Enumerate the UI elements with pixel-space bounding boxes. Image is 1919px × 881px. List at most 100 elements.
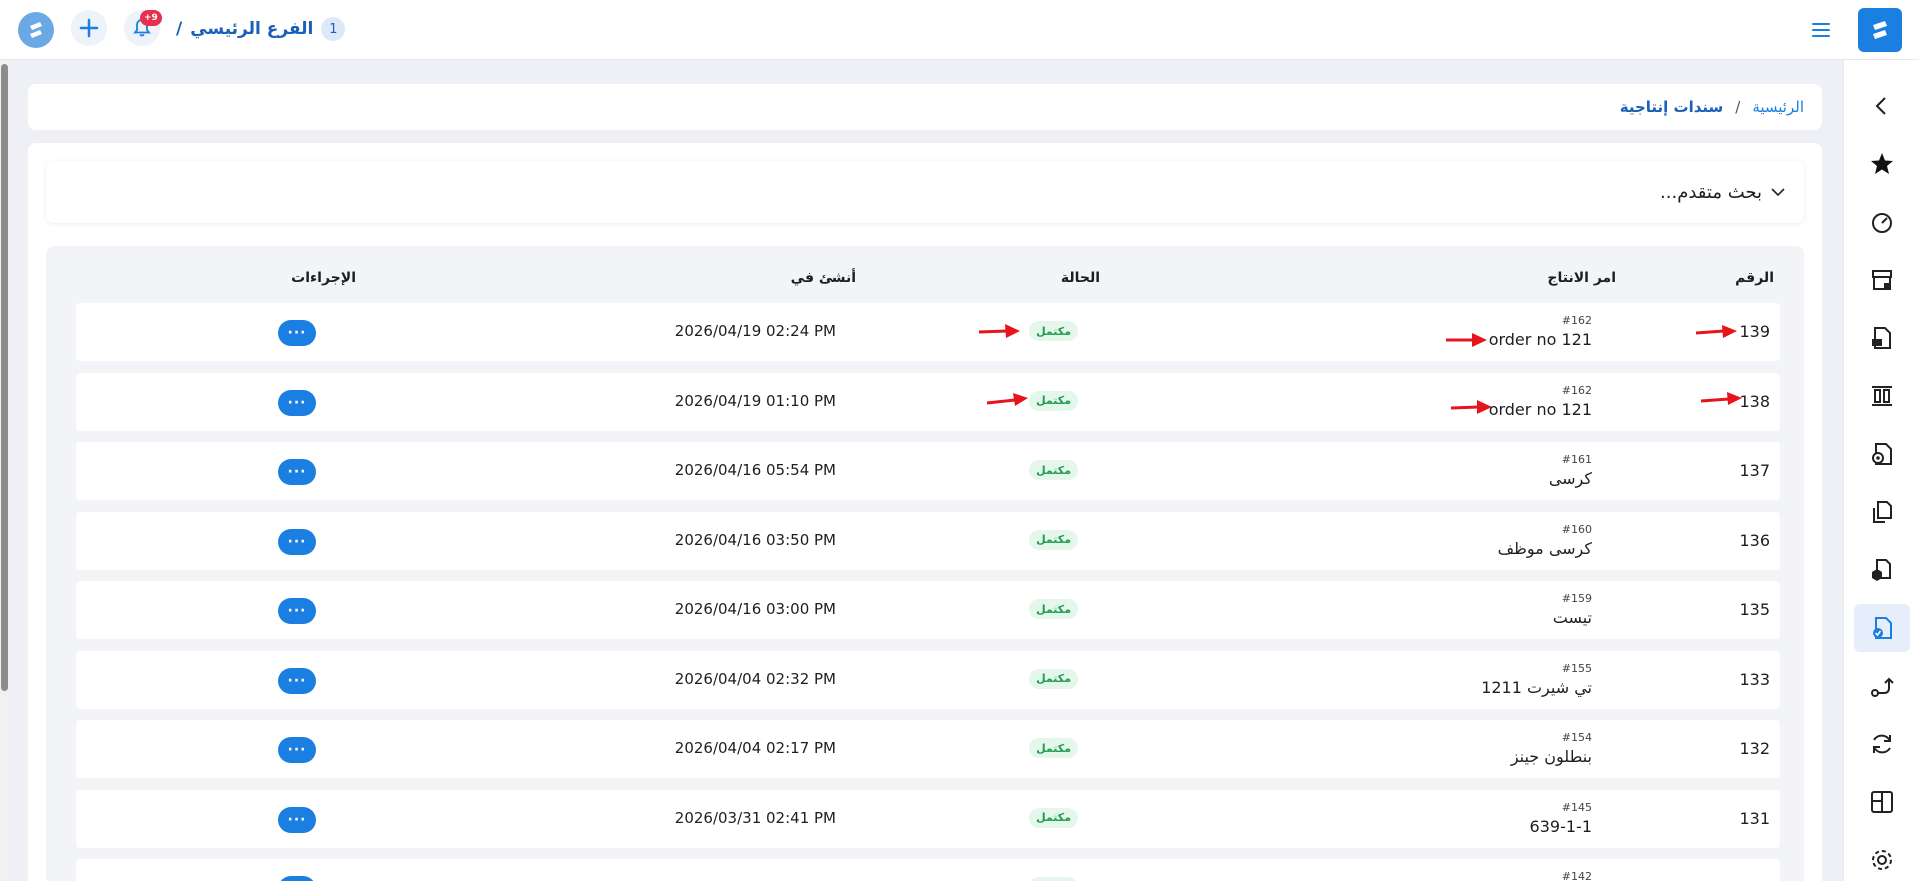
- row-actions-button[interactable]: ···: [278, 320, 316, 346]
- row-number: 133: [1739, 669, 1770, 689]
- chevron-down-icon: [1771, 188, 1785, 197]
- sidebar-item-view-documents[interactable]: [1854, 430, 1910, 478]
- avatar-logo-icon: [30, 22, 42, 38]
- sidebar-item-columns[interactable]: [1854, 372, 1910, 420]
- row-order-name[interactable]: كرسى: [1549, 469, 1592, 488]
- vouchers-table: الرقم امر الانتاج الحالة أنشئ في الإجراء…: [46, 246, 1804, 881]
- sidebar-item-production-vouchers[interactable]: [1854, 604, 1910, 652]
- table-row[interactable]: 133 #155 تي شيرت 1211 مكتمل 2026/04/04 02:32…: [76, 650, 1780, 709]
- row-actions-button[interactable]: ···: [278, 667, 316, 694]
- document-eye-icon: [1872, 443, 1892, 465]
- row-order-code: #154: [1561, 731, 1592, 744]
- scrollbar-thumb[interactable]: [1, 64, 8, 691]
- row-created-at: 2026/04/04 02:32 PM: [674, 669, 836, 688]
- branch-number-badge: 1: [321, 17, 346, 41]
- row-order-name[interactable]: 639-1-1: [1530, 817, 1592, 836]
- sidebar-item-settings[interactable]: [1854, 836, 1910, 881]
- table-row[interactable]: 131 #145 639-1-1 مكتمل 2026/03/31 02:41 PM ··…: [76, 789, 1780, 848]
- annotation-arrow-icon: [1450, 400, 1492, 414]
- menu-toggle-icon[interactable]: [1812, 18, 1836, 42]
- row-order-name[interactable]: order no 121: [1489, 400, 1592, 419]
- sidebar-item-favorites[interactable]: [1854, 140, 1910, 188]
- branch-separator: /: [176, 19, 183, 39]
- row-number: 138: [1739, 391, 1770, 411]
- status-badge: مكتمل: [1029, 599, 1078, 619]
- header-status[interactable]: الحالة: [1061, 270, 1100, 286]
- row-number: 137: [1739, 461, 1770, 480]
- annotation-arrow-icon: [978, 324, 1020, 338]
- row-number: 139: [1739, 322, 1770, 341]
- status-badge: مكتمل: [1029, 807, 1078, 828]
- row-order-name[interactable]: كرسى موظف: [1498, 539, 1592, 558]
- sidebar-item-sync[interactable]: [1854, 720, 1910, 768]
- annotation-arrow-icon: [986, 393, 1028, 406]
- status-badge: مكتمل: [1029, 460, 1078, 480]
- status-badge: مكتمل: [1029, 877, 1078, 881]
- table-row[interactable]: 136 #160 كرسى موظف مكتمل 2026/04/16 03:50 PM…: [76, 511, 1780, 570]
- row-actions-button[interactable]: ···: [278, 876, 316, 881]
- store-icon: [1872, 270, 1892, 290]
- route-icon: [1871, 677, 1894, 697]
- header-number[interactable]: الرقم: [1735, 270, 1774, 286]
- box-document-icon: [1872, 559, 1891, 581]
- sidebar-collapse-button[interactable]: [1854, 82, 1910, 130]
- page-scrollbar[interactable]: [0, 60, 9, 881]
- advanced-search-label: بحث متقدم...: [1660, 181, 1762, 203]
- row-number: 132: [1739, 739, 1770, 758]
- documents-icon: [1873, 501, 1892, 523]
- row-actions-button[interactable]: ···: [278, 806, 316, 833]
- app-logo-button[interactable]: [1858, 8, 1902, 52]
- breadcrumb-home-link[interactable]: الرئيسية: [1752, 98, 1804, 116]
- breadcrumb-separator: /: [1735, 98, 1741, 116]
- table-header: الرقم امر الانتاج الحالة أنشئ في الإجراء…: [46, 246, 1804, 306]
- sidebar-item-layout[interactable]: [1854, 778, 1910, 826]
- sidebar-item-routes[interactable]: [1854, 662, 1910, 710]
- invoice-icon: [1872, 327, 1891, 349]
- sidebar-item-stock-documents[interactable]: [1854, 546, 1910, 594]
- columns-icon: [1872, 386, 1892, 406]
- plus-icon: [79, 18, 99, 38]
- row-order-code: #142: [1561, 870, 1592, 881]
- row-order-name[interactable]: تي شيرت 1211: [1481, 678, 1592, 697]
- header-actions: الإجراءات: [291, 270, 356, 286]
- sidebar-item-dashboard[interactable]: [1854, 198, 1910, 246]
- row-order-code: #159: [1561, 592, 1592, 605]
- table-row[interactable]: 138 #162 order no 121 مكتمل 2026/04/19 01:10…: [76, 372, 1780, 431]
- table-row[interactable]: 139 #162 order no 121 مكتمل 2026/04/19 02:24…: [76, 303, 1780, 361]
- row-actions-button[interactable]: ···: [278, 737, 316, 763]
- header-production-order[interactable]: امر الانتاج: [1547, 270, 1616, 286]
- add-button[interactable]: [71, 10, 107, 46]
- breadcrumb-current: سندات إنتاجية: [1619, 98, 1724, 116]
- row-order-name[interactable]: order no 121: [1489, 330, 1592, 349]
- sidebar-item-invoices[interactable]: [1854, 314, 1910, 362]
- row-actions-button[interactable]: ···: [278, 528, 316, 555]
- table-row[interactable]: 135 #159 تيست مكتمل 2026/04/16 03:00 PM ···: [76, 581, 1780, 639]
- advanced-search-toggle[interactable]: بحث متقدم...: [46, 161, 1804, 223]
- table-row[interactable]: 130#142مكتمل2026/03/30 02:30 PM···: [76, 859, 1780, 881]
- branch-selector[interactable]: 1 الفرع الرئيسي /: [176, 16, 346, 42]
- row-created-at: 2026/04/16 05:54 PM: [674, 461, 836, 479]
- branch-name: الفرع الرئيسي: [190, 19, 314, 39]
- breadcrumb: الرئيسية / سندات إنتاجية: [28, 84, 1822, 130]
- status-badge: مكتمل: [1029, 321, 1078, 341]
- layout-icon: [1871, 791, 1893, 813]
- sidebar-item-documents[interactable]: [1854, 488, 1910, 536]
- user-avatar[interactable]: [14, 8, 58, 52]
- sidebar: [1843, 60, 1919, 881]
- row-order-code: #160: [1561, 522, 1592, 536]
- row-actions-button[interactable]: ···: [278, 598, 316, 624]
- row-order-name[interactable]: بنطلون جينز: [1511, 747, 1592, 766]
- table-row[interactable]: 137 #161 كرسى مكتمل 2026/04/16 05:54 PM ···: [76, 442, 1780, 500]
- row-order-name[interactable]: تيست: [1553, 608, 1592, 627]
- table-row[interactable]: 132 #154 بنطلون جينز مكتمل 2026/04/04 02:17 …: [76, 720, 1780, 778]
- row-created-at: 2026/04/16 03:00 PM: [674, 600, 836, 618]
- row-order-code: #162: [1561, 314, 1592, 327]
- notification-badge: +9: [140, 10, 162, 26]
- sidebar-item-store[interactable]: [1854, 256, 1910, 304]
- row-number: 135: [1739, 600, 1770, 619]
- row-actions-button[interactable]: ···: [278, 459, 316, 485]
- row-number: 131: [1739, 808, 1770, 828]
- gauge-icon: [1872, 213, 1892, 233]
- header-created-at[interactable]: أنشئ في: [791, 270, 856, 286]
- row-actions-button[interactable]: ···: [278, 389, 316, 416]
